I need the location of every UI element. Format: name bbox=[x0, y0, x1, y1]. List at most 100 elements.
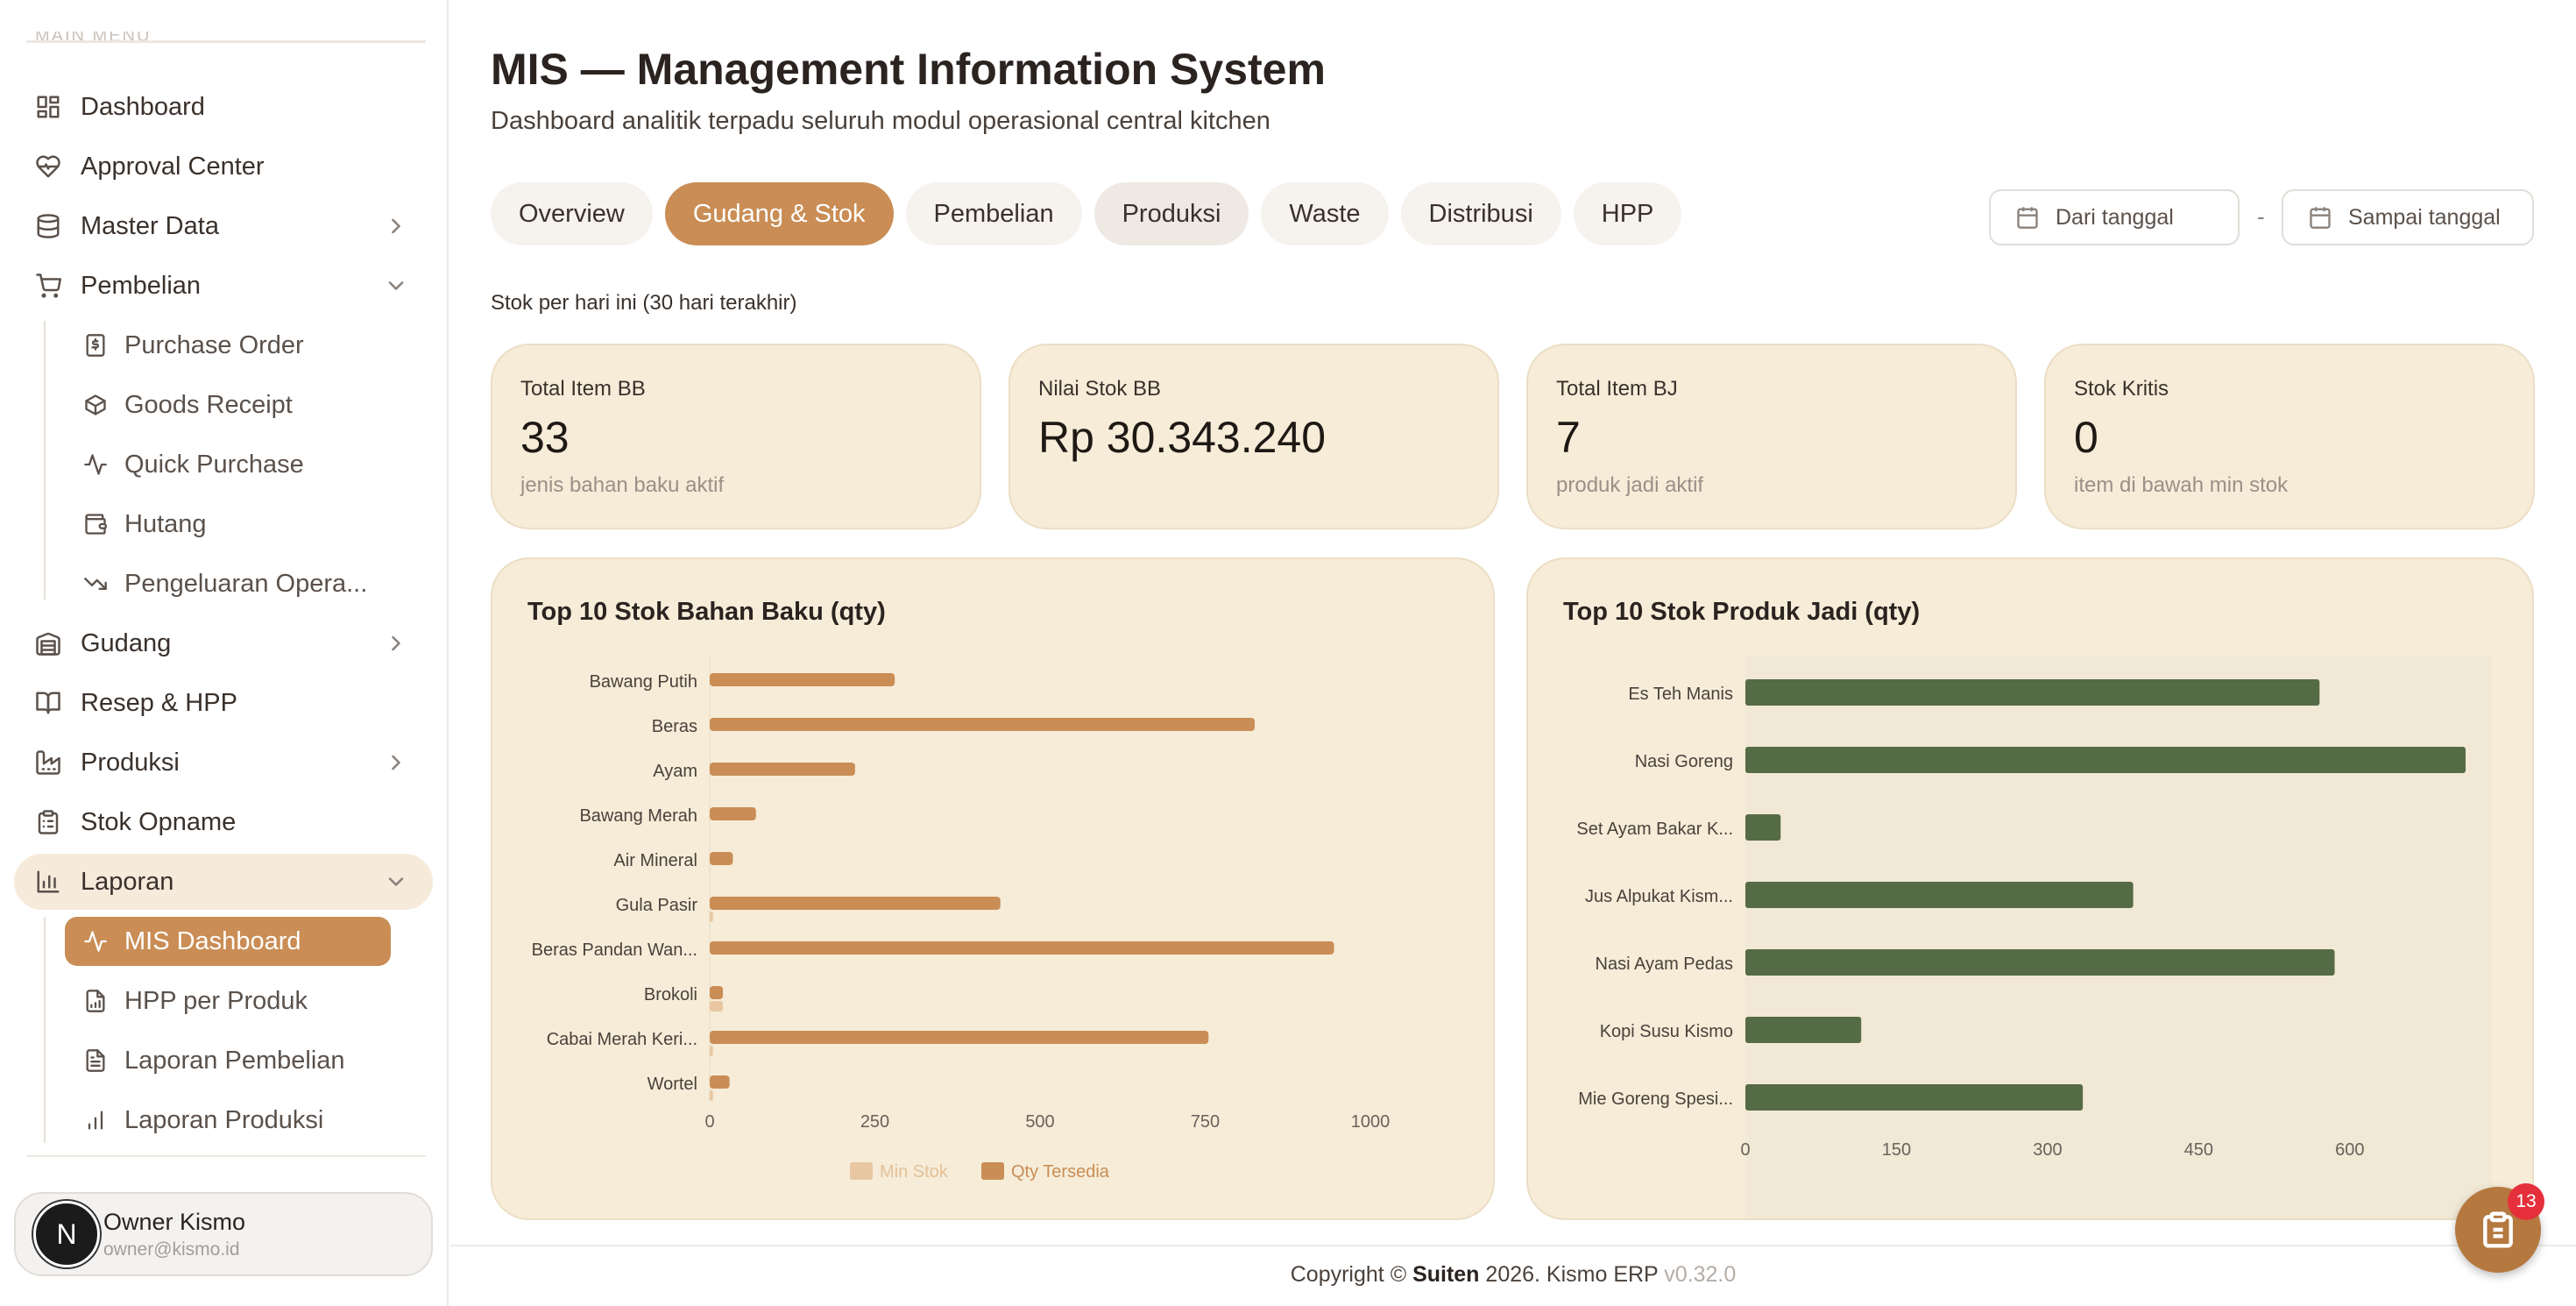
tab-overview[interactable]: Overview bbox=[491, 182, 653, 245]
chart-bar-produk-jadi bbox=[1745, 679, 2320, 706]
sidebar-item-label: Produksi bbox=[81, 748, 180, 777]
kpi-label: Total Item BB bbox=[520, 377, 646, 401]
legend-label-qty-tersedia: Qty Tersedia bbox=[1011, 1162, 1110, 1182]
sidebar-item-master-data[interactable]: Master Data bbox=[14, 198, 433, 254]
chart-category-label: Beras Pandan Wan... bbox=[532, 940, 697, 960]
user-email: owner@kismo.id bbox=[103, 1239, 240, 1260]
chart-bar-qty-tersedia bbox=[710, 897, 1001, 910]
sidebar-item-label: Resep & HPP bbox=[81, 688, 237, 717]
wallet-icon bbox=[81, 509, 110, 539]
chart-bar-produk-jadi bbox=[1745, 882, 2134, 908]
kpi-card-total-item-bj: Total Item BJ 7 produk jadi aktif bbox=[1526, 344, 2017, 529]
sidebar-item-dashboard[interactable]: Dashboard bbox=[14, 79, 433, 135]
chart-card-produk-jadi: Top 10 Stok Produk Jadi (qty) Es Teh Man… bbox=[1526, 557, 2534, 1220]
kpi-value: 0 bbox=[2074, 413, 2098, 462]
chart-bar-produk-jadi bbox=[1745, 814, 1781, 841]
chart-bar-min-stok bbox=[710, 1090, 713, 1101]
book-open-icon bbox=[33, 688, 63, 718]
kpi-label: Total Item BJ bbox=[1556, 377, 1678, 401]
chart-category-label: Wortel bbox=[648, 1075, 697, 1094]
footer-brand[interactable]: Suiten bbox=[1412, 1262, 1479, 1287]
chart-bar-qty-tersedia bbox=[710, 986, 724, 999]
chart-bar-qty-tersedia bbox=[710, 1031, 1209, 1044]
sidebar-item-label: Pembelian bbox=[81, 271, 202, 300]
sidebar-item-gudang[interactable]: Gudang bbox=[14, 615, 433, 671]
date-from-input[interactable]: Dari tanggal bbox=[1989, 189, 2240, 245]
chart-category-label: Nasi Goreng bbox=[1635, 752, 1733, 771]
sidebar-item-laporan[interactable]: Laporan bbox=[14, 854, 433, 910]
kpi-card-total-item-bb: Total Item BB 33 jenis bahan baku aktif bbox=[491, 344, 981, 529]
sidebar-item-produksi[interactable]: Produksi bbox=[14, 735, 433, 791]
chart-bar-produk-jadi bbox=[1745, 1017, 1862, 1043]
chart-tick-label: 0 bbox=[704, 1112, 714, 1132]
sidebar-subitem-purchase-order[interactable]: Purchase Order bbox=[65, 321, 391, 370]
chart-category-label: Cabai Merah Keri... bbox=[547, 1030, 697, 1049]
footer-divider bbox=[450, 1245, 2576, 1246]
date-to-placeholder: Sampai tanggal bbox=[2348, 204, 2501, 230]
tab-pembelian[interactable]: Pembelian bbox=[905, 182, 1082, 245]
chart-bar-produk-jadi bbox=[1745, 1084, 2084, 1111]
sidebar-subitem-laporan-produksi[interactable]: Laporan Produksi bbox=[65, 1096, 391, 1145]
footer: Copyright © Suiten 2026. Kismo ERP v0.32… bbox=[450, 1262, 2576, 1288]
kpi-value: 7 bbox=[1556, 413, 1581, 462]
chart-bar-produk-jadi bbox=[1745, 747, 2466, 773]
calendar-icon bbox=[2017, 207, 2038, 229]
chart-bar-qty-tersedia bbox=[710, 807, 756, 820]
kpi-hint: jenis bahan baku aktif bbox=[520, 473, 725, 497]
file-text-icon bbox=[81, 1046, 110, 1075]
sidebar-item-stok-opname[interactable]: Stok Opname bbox=[14, 794, 433, 850]
chart-category-label: Ayam bbox=[653, 762, 697, 781]
chart-tick-label: 1000 bbox=[1351, 1112, 1391, 1132]
chart-category-label: Jus Alpukat Kism... bbox=[1585, 887, 1733, 906]
date-range-separator: - bbox=[2257, 203, 2265, 230]
chart-tick-label: 250 bbox=[860, 1112, 889, 1132]
user-profile-card[interactable]: N Owner Kismo owner@kismo.id bbox=[14, 1192, 433, 1276]
tab-produksi[interactable]: Produksi bbox=[1093, 182, 1249, 245]
sidebar-subitem-label: MIS Dashboard bbox=[124, 926, 301, 955]
tab-waste[interactable]: Waste bbox=[1261, 182, 1389, 245]
sidebar-item-approval-center[interactable]: Approval Center bbox=[14, 138, 433, 195]
sidebar-subitem-quick-purchase[interactable]: Quick Purchase bbox=[65, 440, 391, 489]
kpi-card-stok-kritis: Stok Kritis 0 item di bawah min stok bbox=[2044, 344, 2535, 529]
chart-category-label: Kopi Susu Kismo bbox=[1600, 1022, 1733, 1041]
chart-bar-min-stok bbox=[710, 1046, 713, 1056]
tab-distribusi[interactable]: Distribusi bbox=[1400, 182, 1561, 245]
chart-tick-label: 500 bbox=[1025, 1112, 1054, 1132]
sidebar-item-pembelian[interactable]: Pembelian bbox=[14, 258, 433, 314]
sidebar-subitem-label: Laporan Produksi bbox=[124, 1105, 324, 1134]
sidebar-item-resep-hpp[interactable]: Resep & HPP bbox=[14, 675, 433, 731]
chart-tick-label: 450 bbox=[2184, 1140, 2213, 1160]
sidebar-subitem-laporan-pembelian[interactable]: Laporan Pembelian bbox=[65, 1036, 391, 1085]
sidebar-item-label: Stok Opname bbox=[81, 807, 237, 836]
tab-gudang-stok[interactable]: Gudang & Stok bbox=[664, 182, 894, 245]
chart-produk-jadi: Es Teh Manis Nasi Goreng Set Ayam Bakar K.… bbox=[1576, 656, 2492, 1218]
sidebar-subitem-hpp-per-produk[interactable]: HPP per Produk bbox=[65, 976, 391, 1026]
chevron-right-icon bbox=[384, 214, 408, 238]
shopping-cart-icon bbox=[33, 271, 63, 301]
chart-plot-background bbox=[1745, 656, 2492, 1218]
file-chart-icon bbox=[81, 986, 110, 1016]
chevron-down-icon bbox=[384, 869, 408, 894]
database-icon bbox=[33, 211, 63, 241]
tab-hpp[interactable]: HPP bbox=[1573, 182, 1682, 245]
date-to-input[interactable]: Sampai tanggal bbox=[2282, 189, 2534, 245]
sidebar-subitem-goods-receipt[interactable]: Goods Receipt bbox=[65, 380, 391, 429]
clipboard-icon bbox=[2483, 1211, 2513, 1248]
sidebar-subitem-label: HPP per Produk bbox=[124, 986, 308, 1015]
sidebar-subitem-hutang[interactable]: Hutang bbox=[65, 500, 391, 549]
chart-bar-qty-tersedia bbox=[710, 673, 895, 686]
sidebar-section-label: MAIN MENU bbox=[35, 32, 151, 40]
page-title: MIS — Management Information System bbox=[491, 45, 1326, 94]
sidebar-item-label: Gudang bbox=[81, 628, 172, 657]
trending-down-icon bbox=[81, 569, 110, 599]
chart-tick-label: 150 bbox=[1882, 1140, 1911, 1160]
sidebar-subitem-mis-dashboard[interactable]: MIS Dashboard bbox=[65, 917, 391, 966]
kpi-hint: item di bawah min stok bbox=[2074, 473, 2289, 497]
sidebar-item-label: Laporan bbox=[81, 867, 174, 896]
submenu-guide-line bbox=[44, 917, 46, 1143]
footer-middle: 2026. Kismo ERP bbox=[1479, 1262, 1665, 1287]
chart-tick-label: 300 bbox=[2033, 1140, 2062, 1160]
sidebar-subitem-pengeluaran-operasional[interactable]: Pengeluaran Opera... bbox=[65, 559, 391, 608]
chart-category-label: Es Teh Manis bbox=[1628, 685, 1733, 704]
chart-bar-qty-tersedia bbox=[710, 763, 855, 776]
